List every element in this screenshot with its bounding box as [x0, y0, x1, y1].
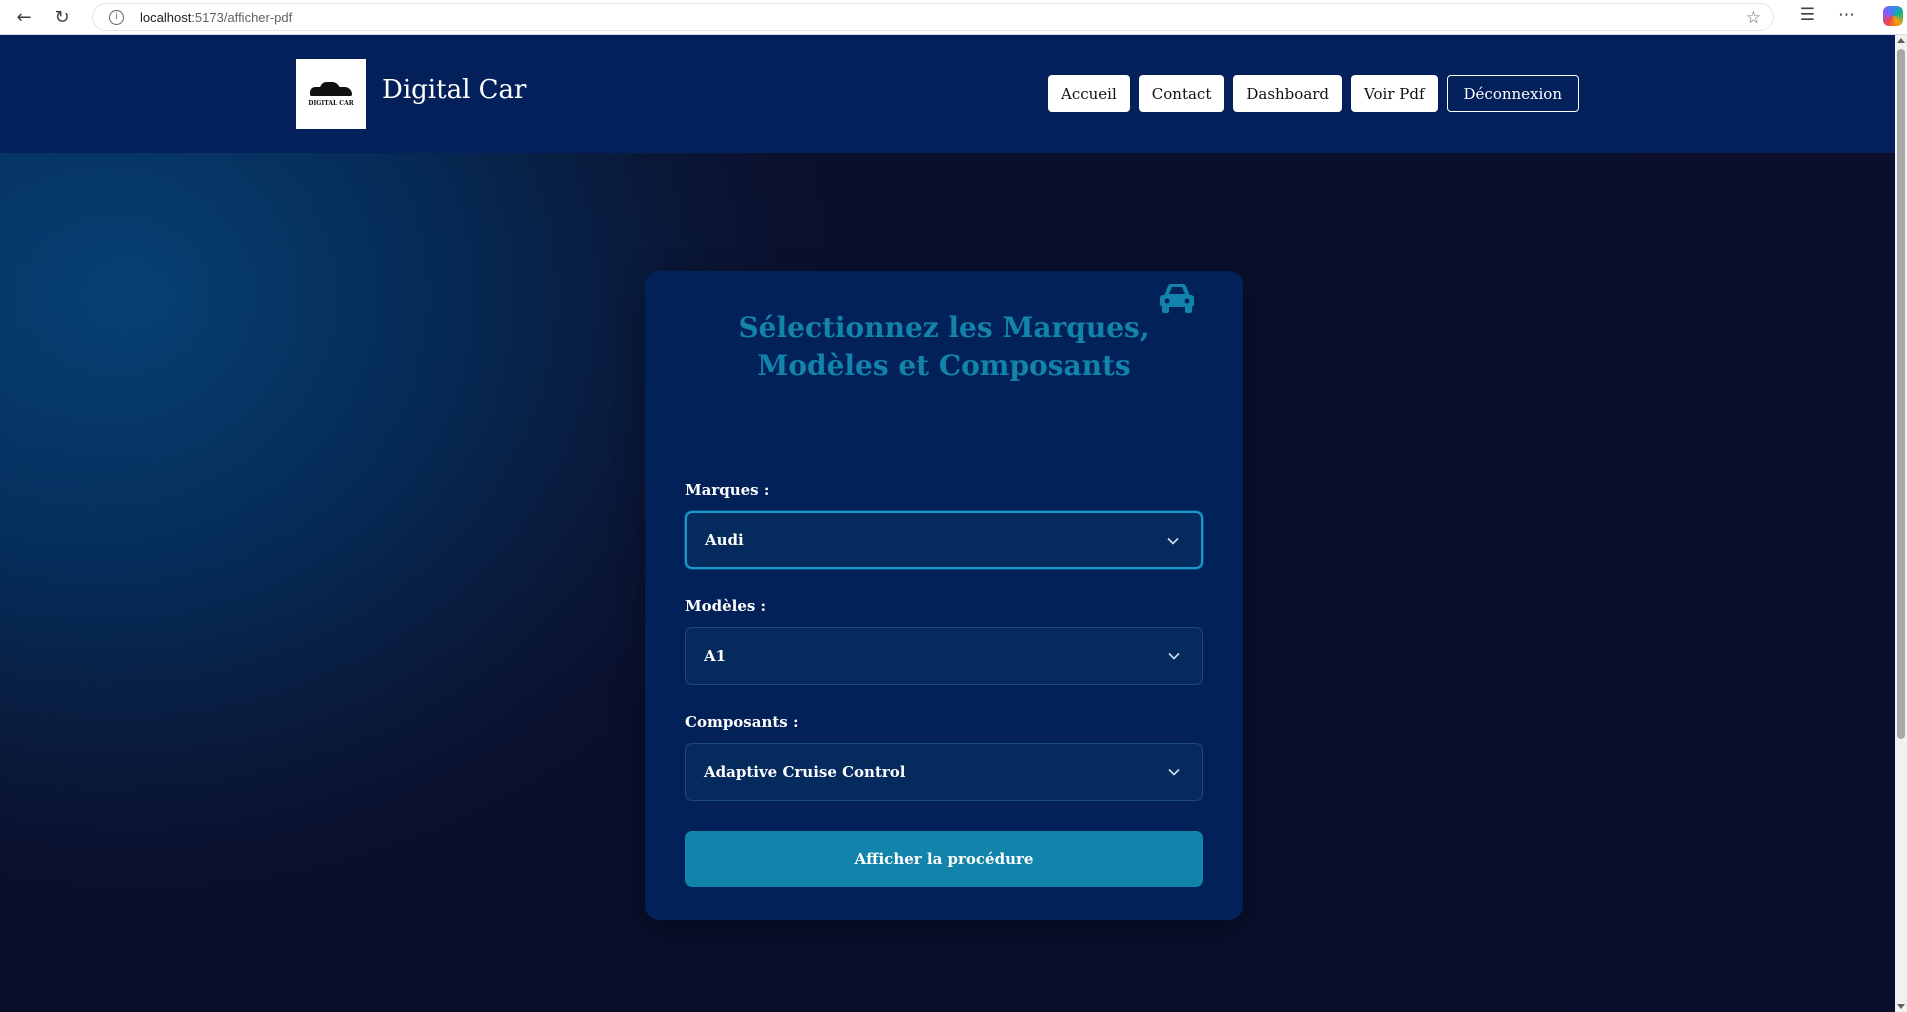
- page-viewport: DIGITAL CAR Digital Car Accueil Contact …: [0, 35, 1895, 1012]
- copilot-icon[interactable]: [1883, 6, 1903, 26]
- scrollbar[interactable]: [1895, 35, 1907, 1012]
- modeles-select[interactable]: A1: [685, 627, 1203, 685]
- browser-toolbar: ← ↻ i localhost:5173/afficher-pdf ☆ ☰ ⋯: [0, 0, 1907, 35]
- logo-car-icon: [308, 81, 354, 98]
- nav-contact-button[interactable]: Contact: [1138, 75, 1225, 112]
- bookmark-star-icon[interactable]: ☆: [1746, 8, 1761, 28]
- composants-label: Composants :: [685, 713, 799, 731]
- chevron-down-icon: [1168, 652, 1180, 660]
- url-text: localhost:5173/afficher-pdf: [140, 9, 293, 25]
- logout-button[interactable]: Déconnexion: [1446, 75, 1579, 112]
- back-icon[interactable]: ←: [6, 2, 42, 32]
- selection-card: Sélectionnez les Marques, Modèles et Com…: [645, 271, 1243, 920]
- modeles-label: Modèles :: [685, 597, 767, 615]
- site-header: DIGITAL CAR Digital Car Accueil Contact …: [0, 35, 1895, 153]
- chevron-down-icon: [1168, 768, 1180, 776]
- nav-voir-pdf-button[interactable]: Voir Pdf: [1351, 75, 1438, 112]
- composants-value: Adaptive Cruise Control: [704, 763, 906, 781]
- nav-accueil-button[interactable]: Accueil: [1048, 75, 1130, 112]
- form-title: Sélectionnez les Marques, Modèles et Com…: [738, 311, 1150, 382]
- logo[interactable]: DIGITAL CAR: [296, 59, 366, 129]
- marques-value: Audi: [705, 531, 744, 549]
- scroll-up-icon[interactable]: [1897, 38, 1905, 43]
- composants-select[interactable]: Adaptive Cruise Control: [685, 743, 1203, 801]
- more-options-icon[interactable]: ⋯: [1838, 5, 1855, 25]
- nav-dashboard-button[interactable]: Dashboard: [1233, 75, 1343, 112]
- site-info-icon[interactable]: i: [109, 9, 124, 25]
- address-bar[interactable]: i localhost:5173/afficher-pdf ☆: [92, 3, 1774, 31]
- main-nav: Accueil Contact Dashboard Voir Pdf Décon…: [1048, 75, 1579, 112]
- logo-text: DIGITAL CAR: [308, 99, 354, 107]
- marques-label: Marques :: [685, 481, 770, 499]
- modeles-value: A1: [704, 647, 727, 665]
- scrollbar-thumb[interactable]: [1897, 49, 1905, 739]
- show-procedure-button[interactable]: Afficher la procédure: [685, 831, 1203, 887]
- site-title: Digital Car: [382, 75, 527, 105]
- reload-icon[interactable]: ↻: [44, 2, 80, 32]
- scroll-down-icon[interactable]: [1897, 1004, 1905, 1009]
- favorites-icon[interactable]: ☰: [1800, 5, 1815, 25]
- marques-select[interactable]: Audi: [685, 511, 1203, 569]
- chevron-down-icon: [1167, 537, 1179, 545]
